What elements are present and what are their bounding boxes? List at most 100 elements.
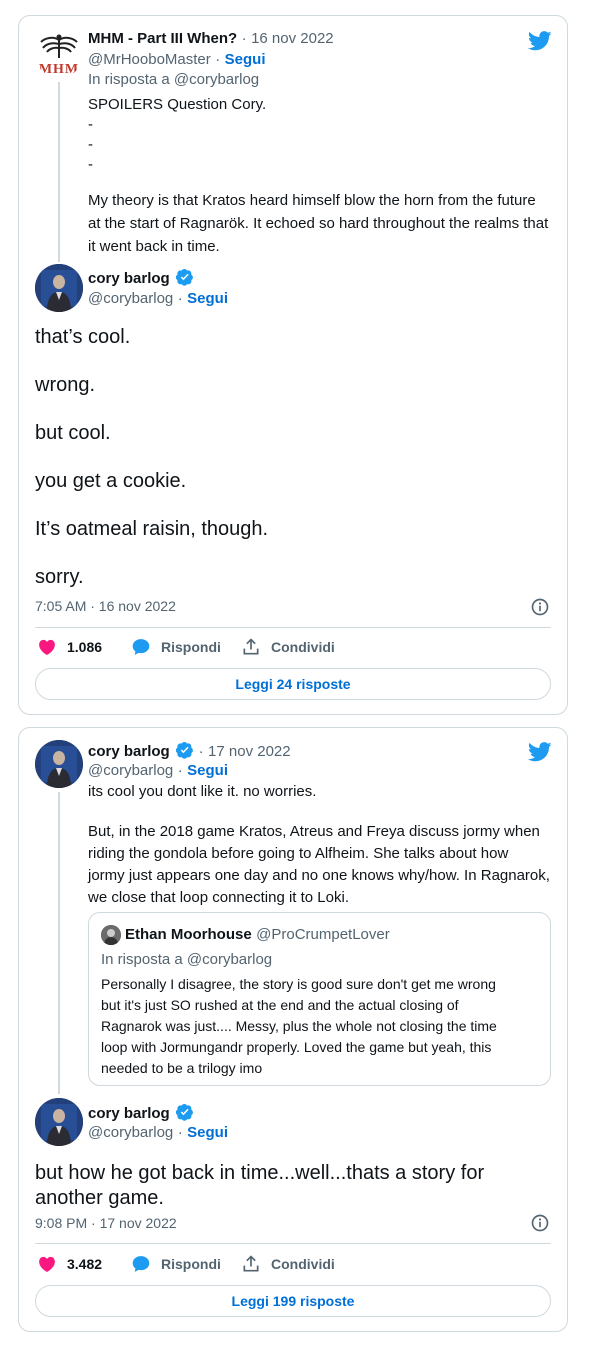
like-count: 1.086 (67, 639, 103, 655)
share-upload-icon (243, 1255, 259, 1272)
divider (35, 1243, 551, 1244)
tweet-line: it went back in time. (88, 238, 220, 255)
verified-badge-icon (176, 1104, 194, 1121)
author-handle[interactable]: @corybarlog (88, 290, 173, 307)
author-handle-row: @corybarlog · Segui (88, 762, 228, 780)
author-handle[interactable]: @MrHooboMaster (88, 51, 211, 68)
author-name[interactable]: cory barlog (88, 270, 170, 287)
tweet-line: you get a cookie. (35, 470, 187, 492)
tweet-line: loop with Jormungandr properly. Loved th… (101, 1039, 492, 1055)
tweet-header: cory barlog (88, 1103, 194, 1123)
reply-label: Rispondi (161, 1256, 221, 1272)
tweet-line: riding the gondola before going to Alfhe… (88, 845, 509, 862)
tweet-date[interactable]: 16 nov 2022 (251, 30, 334, 47)
follow-button[interactable]: Segui (187, 290, 228, 307)
twitter-bird-icon[interactable] (528, 30, 552, 52)
separator-dot: · (177, 290, 183, 307)
tweet-line: needed to be a trilogy imo (101, 1060, 263, 1076)
quoted-author-name: Ethan Moorhouse (125, 926, 252, 943)
separator-dot: · (177, 1124, 183, 1141)
author-handle-row: @MrHooboMaster · Segui (88, 51, 266, 69)
heart-icon (39, 639, 55, 655)
info-icon[interactable] (530, 597, 550, 617)
author-name[interactable]: cory barlog (88, 743, 170, 760)
verified-badge-icon (176, 269, 194, 286)
tweet-embed-card-1: MHM MHM - Part III When? · 16 nov 2022 @… (18, 15, 568, 715)
reply-button[interactable]: Rispondi (131, 1254, 221, 1274)
separator-dot: · (215, 51, 221, 68)
tweet-line: - (88, 136, 93, 153)
profile-photo (101, 925, 121, 945)
speech-bubble-icon (132, 639, 150, 655)
tweet-line: another game. (35, 1187, 164, 1209)
tweet-line: that’s cool. (35, 326, 131, 348)
author-handle-row: @corybarlog · Segui (88, 290, 228, 308)
profile-photo (35, 740, 83, 788)
reply-button[interactable]: Rispondi (131, 637, 221, 657)
profile-photo (35, 264, 83, 312)
tweet-line: Ragnarok was just.... Messy, plus the wh… (101, 1018, 497, 1034)
like-count: 3.482 (67, 1256, 103, 1272)
share-button[interactable]: Condividi (241, 1254, 335, 1274)
quoted-header: Ethan Moorhouse @ProCrumpetLover (125, 926, 390, 944)
follow-button[interactable]: Segui (187, 1124, 228, 1141)
share-button[interactable]: Condividi (241, 637, 335, 657)
share-label: Condividi (271, 639, 335, 655)
tweet-line (88, 804, 563, 822)
tweet-line: at the start of Ragnarök. It echoed so h… (88, 215, 549, 232)
tweet-line: its cool you dont like it. no worries. (88, 783, 317, 800)
avatar-mrhoobomaster[interactable]: MHM (35, 30, 83, 78)
like-button[interactable]: 1.086 (37, 637, 102, 657)
quoted-tweet[interactable]: Ethan Moorhouse @ProCrumpetLover In risp… (88, 912, 551, 1086)
read-replies-button[interactable]: Leggi 24 risposte (35, 668, 551, 700)
author-handle[interactable]: @corybarlog (88, 1124, 173, 1141)
tweet-header: MHM - Part III When? · 16 nov 2022 (88, 30, 334, 48)
tweet-line: - (88, 116, 93, 133)
avatar-ethan-moorhouse (101, 925, 121, 945)
tweet-line: - (88, 156, 93, 173)
tweet-line: Personally I disagree, the story is good… (101, 976, 496, 992)
twitter-bird-icon[interactable] (528, 741, 552, 763)
follow-button[interactable]: Segui (225, 51, 266, 68)
follow-button[interactable]: Segui (187, 762, 228, 779)
tweet-text: SPOILERS Question Cory. - - - My theory … (88, 95, 558, 260)
share-upload-icon (243, 638, 259, 655)
separator-dot: · (177, 762, 183, 779)
author-name[interactable]: MHM - Part III When? (88, 30, 237, 47)
author-handle-row: @corybarlog · Segui (88, 1124, 228, 1142)
avatar-corybarlog[interactable] (35, 740, 83, 788)
tweet-line: but it's just SO rushed at the end and t… (101, 997, 459, 1013)
tweet-embed-card-2: cory barlog · 17 nov 2022 @corybarlog · … (18, 727, 568, 1332)
main-tweet-text: that’s cool. wrong. but cool. you get a … (35, 325, 545, 613)
thread-connector-line (58, 82, 60, 262)
like-button[interactable]: 3.482 (37, 1254, 102, 1274)
tweet-line: but cool. (35, 422, 111, 444)
info-icon[interactable] (530, 1213, 550, 1233)
author-name[interactable]: cory barlog (88, 1105, 170, 1122)
tweet-line: SPOILERS Question Cory. (88, 96, 267, 113)
tweet-timestamp[interactable]: 7:05 AM · 16 nov 2022 (35, 598, 176, 614)
tweet-line: But, in the 2018 game Kratos, Atreus and… (88, 823, 540, 840)
tweet-timestamp[interactable]: 9:08 PM · 17 nov 2022 (35, 1215, 177, 1231)
tweet-text: its cool you dont like it. no worries. B… (88, 782, 563, 910)
verified-badge-icon (176, 742, 194, 759)
reply-to-line: In risposta a @corybarlog (101, 951, 273, 968)
avatar-corybarlog[interactable] (35, 1098, 83, 1146)
separator-dot: · (198, 743, 204, 760)
avatar-corybarlog[interactable] (35, 264, 83, 312)
quoted-author-handle: @ProCrumpetLover (256, 926, 390, 943)
tweet-header: cory barlog · 17 nov 2022 (88, 741, 291, 761)
tweet-line: wrong. (35, 374, 96, 396)
tweet-header: cory barlog (88, 268, 194, 288)
tweet-date[interactable]: 17 nov 2022 (208, 743, 291, 760)
read-replies-button[interactable]: Leggi 199 risposte (35, 1285, 551, 1317)
share-label: Condividi (271, 1256, 335, 1272)
author-handle[interactable]: @corybarlog (88, 762, 173, 779)
tweet-line: It’s oatmeal raisin, though. (35, 518, 269, 540)
tweet-line: but how he got back in time...well...tha… (35, 1162, 485, 1184)
divider (35, 627, 551, 628)
avatar-logo-text: MHM (38, 62, 80, 77)
speech-bubble-icon (132, 1256, 150, 1272)
thread-connector-line (58, 792, 60, 1094)
reply-to-line[interactable]: In risposta a @corybarlog (88, 71, 259, 88)
